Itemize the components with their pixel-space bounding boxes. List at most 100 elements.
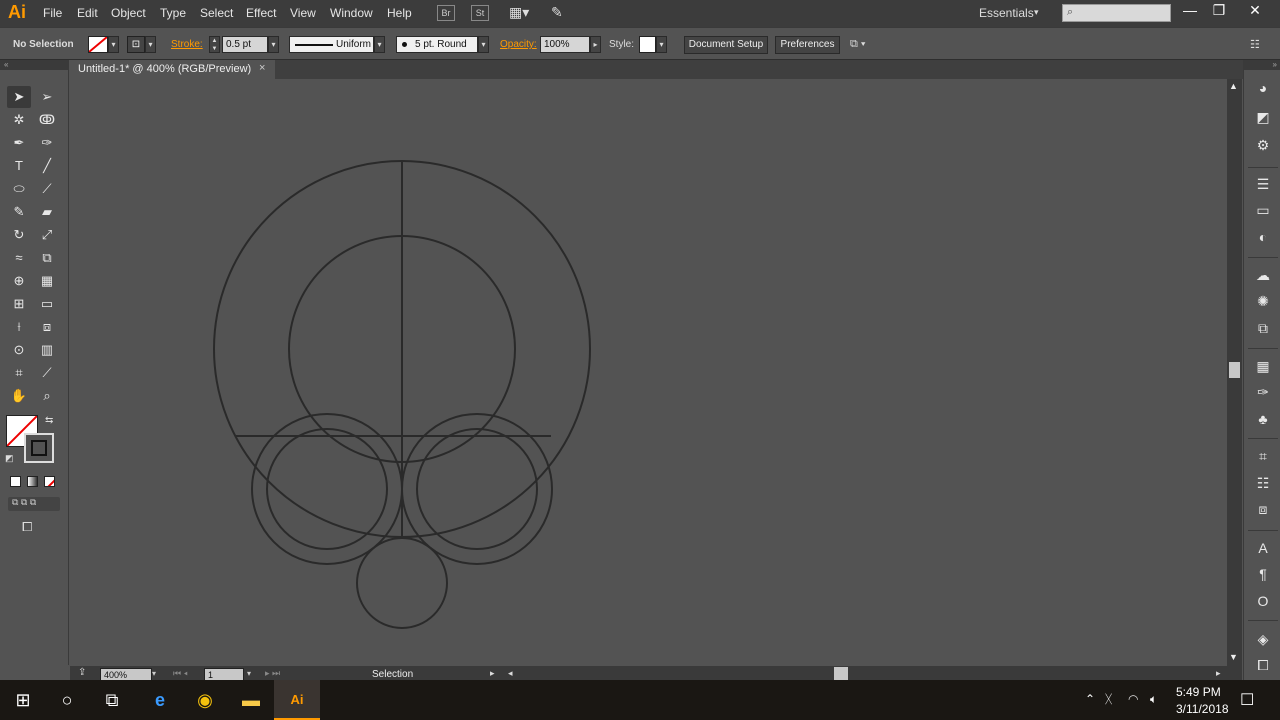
horizontal-scroll-thumb[interactable] [834,667,848,681]
default-fill-stroke-icon[interactable]: ◩ [5,453,14,464]
volume-icon[interactable]: 🔈︎ [1150,692,1157,707]
restore-icon[interactable]: ❐ [1203,2,1235,19]
brush-dropdown-arrow[interactable]: ▾ [478,36,489,53]
menu-type[interactable]: Type [160,6,186,20]
stroke-weight-stepper[interactable]: ▲ ▼ [209,36,220,53]
shaper-tool-icon[interactable]: ✎ [7,201,31,223]
stroke-label-link[interactable]: Stroke: [171,39,203,50]
line-segment-tool-icon[interactable]: ╱ [35,155,59,177]
zoom-dropdown-arrow[interactable]: ▾ [152,669,156,678]
opentype-panel-icon[interactable]: O [1252,590,1274,612]
pathfinder-panel-icon[interactable]: ⧈ [1252,498,1274,520]
symbols-panel-icon[interactable]: ✺ [1252,290,1274,312]
stroke-dropdown-arrow[interactable]: ▾ [145,36,156,53]
menu-help[interactable]: Help [387,6,412,20]
arrange-documents-icon[interactable]: ▦▾ [509,4,529,21]
gpu-performance-icon[interactable]: ✎ [551,4,563,21]
menu-object[interactable]: Object [111,6,146,20]
dock-header[interactable]: » [1244,60,1280,70]
variable-width-profile-dropdown[interactable]: Uniform [289,36,374,53]
input-method-icon[interactable]: ᚷ [1105,692,1112,706]
paragraph-panel-icon[interactable]: ¶ [1252,563,1274,585]
stroke-panel-icon[interactable]: ☰ [1252,173,1274,195]
free-transform-tool-icon[interactable]: ⧉ [35,247,59,269]
artboard-dropdown-arrow[interactable]: ▾ [247,669,251,678]
magic-wand-tool-icon[interactable]: ✲ [7,109,31,131]
vertical-scroll-thumb[interactable] [1229,362,1240,378]
scroll-right-icon[interactable]: ▸ [1216,668,1221,679]
artboard-canvas[interactable] [70,79,1227,666]
graphic-style-swatch[interactable] [639,36,656,53]
windows-start-icon[interactable]: ⊞ [0,680,46,720]
arrange-icon[interactable]: ⧉ ▾ [850,38,866,51]
opacity-field[interactable]: 100% [540,36,590,53]
fill-dropdown-arrow[interactable]: ▾ [108,36,119,53]
selection-tool-icon[interactable]: ➤ [7,86,31,108]
stroke-weight-field[interactable]: 0.5 pt [222,36,268,53]
profile-dropdown-arrow[interactable]: ▾ [374,36,385,53]
layers-panel-icon[interactable]: ◈ [1252,628,1274,650]
brush-definition-dropdown[interactable]: 5 pt. Round [396,36,478,53]
slice-tool-icon[interactable]: ⟋ [35,362,59,384]
align-panel-icon[interactable]: ☷ [1252,472,1274,494]
color-guide-panel-icon[interactable]: ◩ [1252,106,1274,128]
document-tab[interactable]: Untitled-1* @ 400% (RGB/Preview) × [70,60,275,79]
ellipse-tool-icon[interactable]: ⬭ [7,178,31,200]
chevron-down-icon[interactable]: ▾ [1034,7,1039,18]
rotate-tool-icon[interactable]: ↻ [7,224,31,246]
clock-date[interactable]: 3/11/2018 [1176,702,1229,716]
shape-builder-tool-icon[interactable]: ⊕ [7,270,31,292]
edge-browser-icon[interactable]: e [137,680,183,720]
opacity-label-link[interactable]: Opacity: [500,39,537,50]
close-icon[interactable]: ✕ [1239,2,1271,19]
gradient-tool-icon[interactable]: ▭ [35,293,59,315]
task-view-icon[interactable]: ⧉ [89,680,135,720]
tools-panel-header[interactable]: « [0,60,69,70]
column-graph-tool-icon[interactable]: ▥ [35,339,59,361]
scroll-down-icon[interactable]: ▼ [1229,652,1238,662]
stroke-color-box[interactable] [24,433,54,463]
cortana-search-icon[interactable]: ○ [44,680,90,720]
workspace-switcher[interactable]: Essentials [979,6,1034,20]
preferences-button[interactable]: Preferences [775,36,840,54]
artboard-tool-icon[interactable]: ⌗ [7,362,31,384]
css-properties-panel-icon[interactable]: ⚙ [1252,134,1274,156]
menu-view[interactable]: View [290,6,316,20]
mesh-tool-icon[interactable]: ⊞ [7,293,31,315]
hand-tool-icon[interactable]: ✋ [7,385,31,407]
artboards-panel-icon[interactable]: ⧠ [1252,654,1274,676]
chrome-browser-icon[interactable]: ◉ [182,680,228,720]
bridge-button[interactable]: Br [437,5,455,21]
clock-time[interactable]: 5:49 PM [1176,685,1221,699]
scroll-left-icon[interactable]: ◂ [508,668,513,679]
stroke-weight-dropdown-arrow[interactable]: ▾ [268,36,279,53]
character-panel-icon[interactable]: A [1252,537,1274,559]
next-artboard-icon[interactable]: ▸ ⏭ [265,668,280,679]
menu-window[interactable]: Window [330,6,373,20]
menu-edit[interactable]: Edit [77,6,98,20]
menu-effect[interactable]: Effect [246,6,276,20]
perspective-grid-tool-icon[interactable]: ▦ [35,270,59,292]
stroke-swatch[interactable]: ⊡ [127,36,145,53]
blend-tool-icon[interactable]: ⧈ [35,316,59,338]
menu-file[interactable]: File [43,6,62,20]
network-icon[interactable]: ◠ [1128,692,1138,706]
style-dropdown-arrow[interactable]: ▾ [656,36,667,53]
gradient-mode-icon[interactable] [27,476,38,487]
screen-mode-icon[interactable]: ⧠ [22,519,32,535]
pen-tool-icon[interactable]: ✒ [7,132,31,154]
lasso-tool-icon[interactable]: ↂ [35,109,59,131]
brushes-panel-icon[interactable]: ✑ [1252,381,1274,403]
close-document-icon[interactable]: × [259,62,265,74]
curvature-tool-icon[interactable]: ✑ [35,132,59,154]
first-artboard-icon[interactable]: ⏮ ◂ [173,668,188,679]
menu-select[interactable]: Select [200,6,233,20]
color-mode-icon[interactable] [10,476,21,487]
status-menu-arrow[interactable]: ▸ [490,668,495,679]
symbol-sprayer-tool-icon[interactable]: ⊙ [7,339,31,361]
tray-chevron-icon[interactable]: ⌃ [1085,692,1095,706]
illustrator-taskbar-icon[interactable]: Ai [274,680,320,720]
action-center-icon[interactable]: ☐ [1240,690,1254,710]
scale-tool-icon[interactable]: ⤢ [35,224,59,246]
zoom-tool-icon[interactable]: ⌕ [35,385,59,407]
